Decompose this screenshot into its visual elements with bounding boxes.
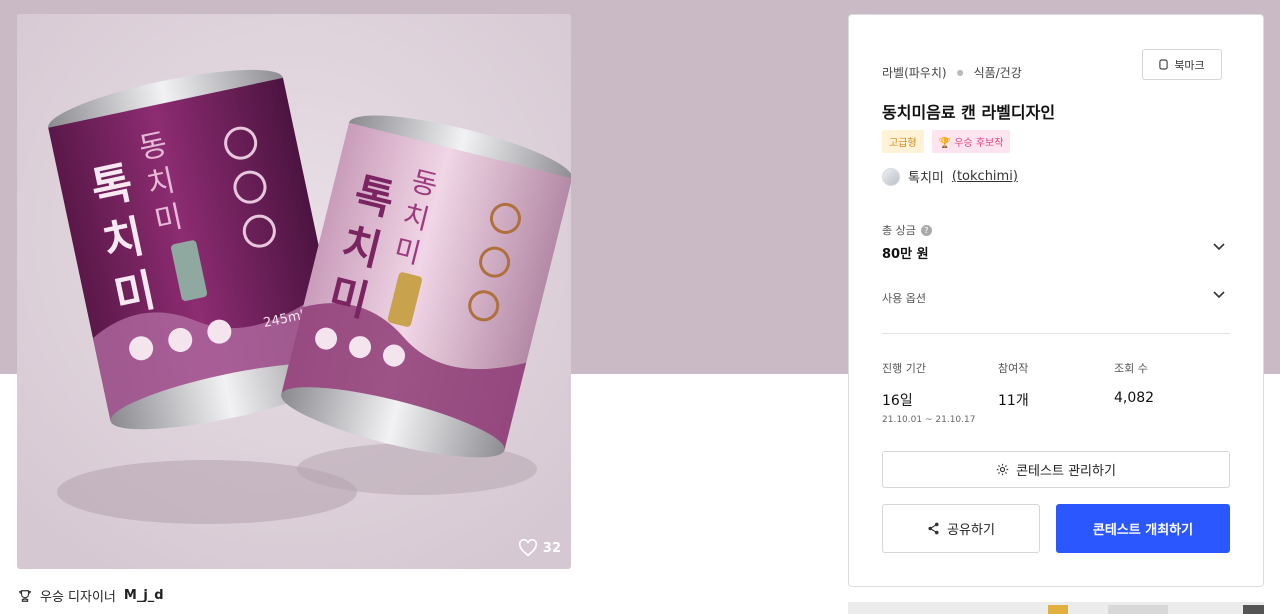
stat-period-range: 21.10.01 ~ 21.10.17 [882, 415, 975, 425]
host-contest-button[interactable]: 콘테스트 개최하기 [1056, 504, 1230, 553]
breadcrumb: 라벨(파우치) ● 식품/건강 [882, 64, 1022, 81]
prize-chevron-down-icon[interactable] [1213, 243, 1225, 251]
avatar [882, 167, 900, 186]
share-button[interactable]: 공유하기 [882, 504, 1040, 553]
winning-designer: 우승 디자이너 M_j_d [18, 586, 164, 605]
next-card-preview [848, 602, 1264, 614]
manage-contest-label: 콘테스트 관리하기 [1016, 464, 1116, 479]
share-icon [928, 522, 939, 535]
stat-entries-value: 11개 [998, 393, 1029, 409]
breadcrumb-separator: ● [956, 68, 964, 77]
usage-label: 사용 옵션 [882, 292, 926, 305]
stat-views-value: 4,082 [1114, 390, 1155, 406]
breadcrumb-subcategory[interactable]: 식품/건강 [974, 64, 1022, 81]
grade-badge: 고급형 [882, 130, 924, 153]
preview-thumbnail [1048, 605, 1264, 614]
trophy-icon [19, 589, 31, 602]
manage-contest-button[interactable]: 콘테스트 관리하기 [882, 451, 1230, 488]
stat-period-label: 진행 기간 [882, 362, 926, 375]
can-illustration: 톡 치 미 동 치 미 245ml 톡 치 미 동 치 미 [17, 14, 571, 569]
stat-period: 진행 기간 16일 21.10.01 ~ 21.10.17 [882, 360, 975, 425]
host-contest-label: 콘테스트 개최하기 [1092, 523, 1194, 538]
like-count: 32 [542, 540, 561, 556]
host-id[interactable]: (tokchimi) [952, 169, 1018, 184]
product-image[interactable]: 톡 치 미 동 치 미 245ml 톡 치 미 동 치 미 32 [17, 14, 571, 569]
stat-period-value: 16일 [882, 393, 913, 409]
designer-label: 우승 디자이너 [40, 590, 116, 605]
prize-value: 80만 원 [882, 247, 929, 262]
bookmark-icon [1159, 59, 1168, 70]
period-end: 21.10.17 [935, 415, 976, 425]
usage-row[interactable]: 사용 옵션 [882, 290, 926, 306]
contest-tags: 고급형 🏆 우승 후보작 [882, 130, 1011, 153]
divider [882, 333, 1230, 334]
prize-label: 총 상금 [882, 224, 916, 237]
like-counter[interactable]: 32 [518, 539, 561, 557]
designer-name[interactable]: M_j_d [124, 588, 164, 603]
period-start: 21.10.01 [882, 415, 923, 425]
help-icon[interactable]: ? [920, 224, 932, 236]
breadcrumb-category[interactable]: 라벨(파우치) [882, 64, 947, 81]
contest-title: 동치미음료 캔 라벨디자인 [882, 103, 1056, 122]
host-name: 톡치미 [908, 171, 944, 186]
bookmark-label: 북마크 [1174, 58, 1205, 72]
stat-views: 조회 수 4,082 [1114, 360, 1154, 406]
share-label: 공유하기 [947, 523, 995, 538]
prize-label-row: 총 상금 ? [882, 222, 932, 238]
period-separator: ~ [924, 415, 933, 425]
bookmark-button[interactable]: 북마크 [1142, 49, 1222, 80]
usage-chevron-down-icon[interactable] [1213, 291, 1225, 299]
stat-views-label: 조회 수 [1114, 362, 1148, 375]
heart-icon [518, 539, 537, 557]
host-info[interactable]: 톡치미 (tokchimi) [882, 167, 1018, 186]
gear-icon [996, 463, 1009, 476]
stat-entries-label: 참여작 [998, 362, 1029, 375]
contest-info-panel: 라벨(파우치) ● 식품/건강 북마크 동치미음료 캔 라벨디자인 고급형 🏆 … [848, 14, 1264, 587]
stat-entries: 참여작 11개 [998, 360, 1029, 410]
award-badge: 🏆 우승 후보작 [931, 130, 1011, 153]
